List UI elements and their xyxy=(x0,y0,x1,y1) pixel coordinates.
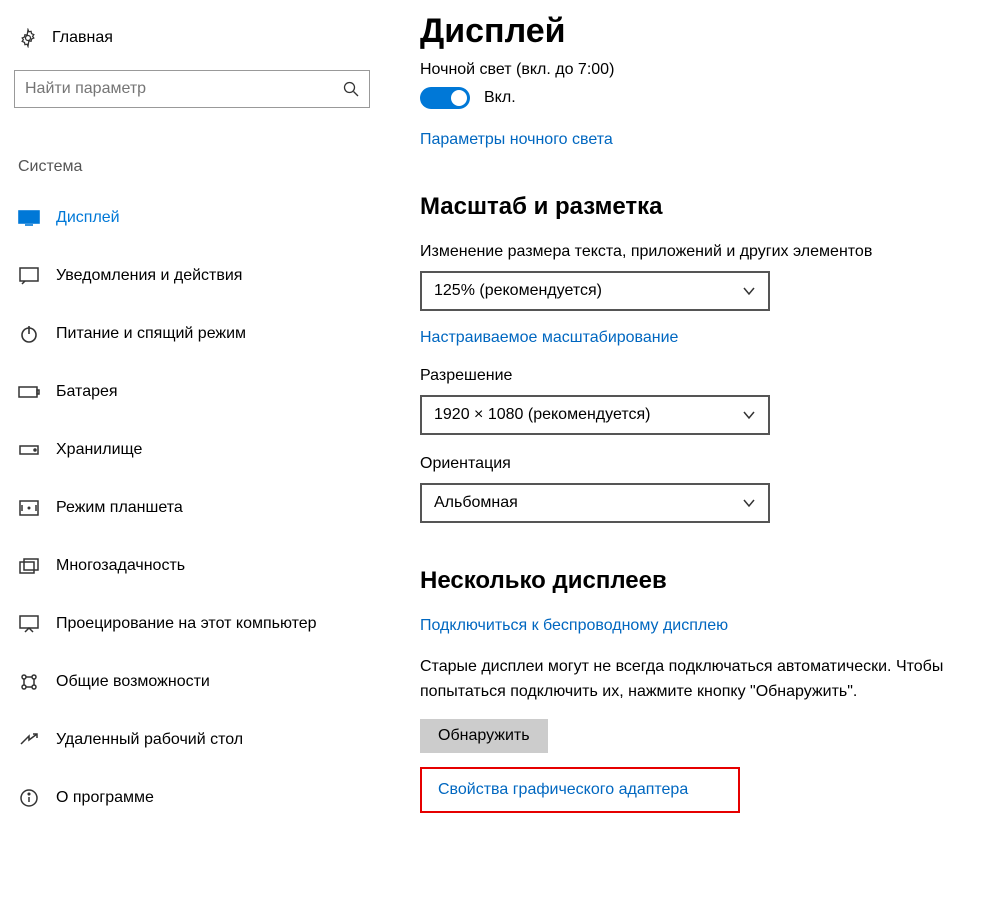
sidebar-item-label: Проецирование на этот компьютер xyxy=(56,615,317,633)
remote-icon xyxy=(18,729,40,751)
sidebar-item-label: Питание и спящий режим xyxy=(56,325,246,343)
toggle-state-label: Вкл. xyxy=(484,89,516,107)
page-title: Дисплей xyxy=(420,12,963,51)
sidebar-nav: Дисплей Уведомления и действия Питание и… xyxy=(14,194,382,822)
nightlight-toggle[interactable] xyxy=(420,87,470,109)
orientation-dropdown[interactable]: Альбомная xyxy=(420,483,770,523)
shared-icon xyxy=(18,671,40,693)
sidebar-group-title: Система xyxy=(14,158,382,176)
resolution-dropdown[interactable]: 1920 × 1080 (рекомендуется) xyxy=(420,395,770,435)
sidebar-item-label: О программе xyxy=(56,789,154,807)
annotation-highlight-box: Свойства графического адаптера xyxy=(420,767,740,813)
sidebar-item-tablet[interactable]: Режим планшета xyxy=(14,484,382,532)
gear-icon xyxy=(18,28,38,48)
sidebar-home[interactable]: Главная xyxy=(14,28,382,48)
resolution-value: 1920 × 1080 (рекомендуется) xyxy=(434,406,650,424)
projecting-icon xyxy=(18,613,40,635)
display-icon xyxy=(18,207,40,229)
notifications-icon xyxy=(18,265,40,287)
custom-scaling-link[interactable]: Настраиваемое масштабирование xyxy=(420,329,678,347)
sidebar-item-multitasking[interactable]: Многозадачность xyxy=(14,542,382,590)
power-icon xyxy=(18,323,40,345)
nightlight-settings-link[interactable]: Параметры ночного света xyxy=(420,131,613,149)
scale-heading: Масштаб и разметка xyxy=(420,193,963,221)
sidebar-item-label: Режим планшета xyxy=(56,499,183,517)
graphics-adapter-link[interactable]: Свойства графического адаптера xyxy=(438,781,688,799)
resolution-label: Разрешение xyxy=(420,367,963,385)
detect-button[interactable]: Обнаружить xyxy=(420,719,548,753)
orientation-label: Ориентация xyxy=(420,455,963,473)
main-content: Дисплей Ночной свет (вкл. до 7:00) Вкл. … xyxy=(400,0,983,921)
nightlight-status: Ночной свет (вкл. до 7:00) xyxy=(420,61,963,79)
sidebar-item-notifications[interactable]: Уведомления и действия xyxy=(14,252,382,300)
battery-icon xyxy=(18,381,40,403)
tablet-icon xyxy=(18,497,40,519)
sidebar-item-label: Удаленный рабочий стол xyxy=(56,731,243,749)
scale-value: 125% (рекомендуется) xyxy=(434,282,602,300)
wireless-display-link[interactable]: Подключиться к беспроводному дисплею xyxy=(420,617,728,635)
multitasking-icon xyxy=(18,555,40,577)
sidebar-item-label: Хранилище xyxy=(56,441,142,459)
search-field[interactable] xyxy=(15,71,329,107)
sidebar-item-battery[interactable]: Батарея xyxy=(14,368,382,416)
sidebar-item-label: Общие возможности xyxy=(56,673,210,691)
search-icon xyxy=(343,81,359,97)
sidebar-item-storage[interactable]: Хранилище xyxy=(14,426,382,474)
sidebar-item-shared[interactable]: Общие возможности xyxy=(14,658,382,706)
sidebar-item-projecting[interactable]: Проецирование на этот компьютер xyxy=(14,600,382,648)
sidebar-item-label: Уведомления и действия xyxy=(56,267,242,285)
info-icon xyxy=(18,787,40,809)
sidebar-item-remote[interactable]: Удаленный рабочий стол xyxy=(14,716,382,764)
chevron-down-icon xyxy=(742,496,756,510)
storage-icon xyxy=(18,439,40,461)
sidebar-item-display[interactable]: Дисплей xyxy=(14,194,382,242)
scale-label: Изменение размера текста, приложений и д… xyxy=(420,243,963,261)
detect-description: Старые дисплеи могут не всегда подключат… xyxy=(420,655,950,705)
orientation-value: Альбомная xyxy=(434,494,518,512)
chevron-down-icon xyxy=(742,284,756,298)
chevron-down-icon xyxy=(742,408,756,422)
sidebar-item-label: Многозадачность xyxy=(56,557,185,575)
sidebar-item-about[interactable]: О программе xyxy=(14,774,382,822)
settings-sidebar: Главная Система Дисплей Увед xyxy=(0,0,400,921)
sidebar-item-label: Дисплей xyxy=(56,209,120,227)
sidebar-item-label: Батарея xyxy=(56,383,118,401)
sidebar-item-power[interactable]: Питание и спящий режим xyxy=(14,310,382,358)
multi-display-heading: Несколько дисплеев xyxy=(420,567,963,595)
scale-dropdown[interactable]: 125% (рекомендуется) xyxy=(420,271,770,311)
search-input[interactable] xyxy=(14,70,370,108)
home-label: Главная xyxy=(52,29,113,47)
